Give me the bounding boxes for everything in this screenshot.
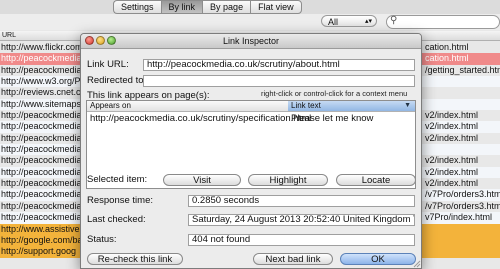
row-url: http://peacockmedia [1,189,82,200]
row-url: http://google.com/ba [1,234,83,245]
status-field[interactable]: 404 not found [188,234,415,246]
row-url: http://peacockmedia [1,64,82,75]
row-url: http://peacockmedia [1,212,82,223]
status-label: Status: [87,234,117,245]
row-url: http://peacockmedia [1,155,82,166]
row-url: http://support.goog [1,246,77,257]
recheck-link-button[interactable]: Re-check this link [87,253,183,265]
context-menu-hint: right-click or control-click for a conte… [261,89,408,98]
row-url-tail: v2/index.html [425,166,479,177]
locate-button[interactable]: Locate [336,174,416,186]
ok-button[interactable]: OK [340,253,416,265]
row-url: http://peacockmedia [1,132,82,143]
link-text-column-header[interactable]: Link text ▼ [288,101,415,111]
last-checked-field[interactable]: Saturday, 24 August 2013 20:52:40 United… [188,214,415,226]
row-url-tail: v2/index.html [425,110,479,121]
row-url: http://peacockmedia [1,178,82,189]
row-url-tail: v7Pro/index.html [425,212,493,223]
tab-flat-view[interactable]: Flat view [250,0,302,14]
tab-by-link[interactable]: By link [160,0,203,14]
sort-descending-icon: ▼ [404,102,411,109]
row-url-tail: cation.html [425,42,469,52]
row-url: http://peacockmedia [1,144,82,155]
link-url-label: Link URL: [87,59,129,70]
last-checked-label: Last checked: [87,214,146,225]
row-url: http://www.w3.org/P [1,76,81,87]
link-url-field[interactable]: http://peacockmedia.co.uk/scrutiny/about… [143,59,415,71]
redirected-to-field[interactable] [143,75,415,87]
row-url: http://www.sitemaps [1,98,82,109]
highlight-button[interactable]: Highlight [248,174,328,186]
row-url-tail: /v7Pro/orders3.html [425,200,500,211]
filter-select-value: All [328,17,339,27]
row-url-tail: cation.html [425,53,469,64]
row-url-tail: /getting_started.html [425,64,500,75]
row-url-tail: v2/index.html [425,178,479,189]
link-text-cell: Please let me know [291,113,374,124]
tab-settings[interactable]: Settings [113,0,161,14]
row-url: http://peacockmedia [1,121,82,132]
row-url: http://www.assistive [1,223,80,234]
search-icon: ⚲ [390,15,398,26]
row-url-tail: /v7Pro/orders3.html [425,189,500,200]
row-url: http://reviews.cnet.c [1,87,81,98]
appears-on-cell: http://peacockmedia.co.uk/scrutiny/speci… [90,113,312,124]
link-text-column-label: Link text [291,101,321,110]
appears-on-column-header[interactable]: Appears on [90,101,131,111]
row-url: http://www.flickr.com [1,42,83,52]
link-inspector-dialog: Link Inspector Link URL: http://peacockm… [80,33,422,269]
redirected-to-label: Redirected to: [87,75,147,86]
visit-button[interactable]: Visit [163,174,241,186]
updown-arrows-icon: ▴▾ [364,18,372,25]
view-tab-bar: Settings By link By page Flat view [0,0,500,15]
row-url: http://peacockmedia [1,200,82,211]
response-time-field[interactable]: 0.2850 seconds [188,195,415,207]
filter-select[interactable]: All ▴▾ [321,15,377,27]
search-input[interactable]: ⚲ [386,15,500,29]
row-url: http://peacockmedia [1,110,82,121]
row-url: http://peacockmedia [1,166,82,177]
row-url-tail: v2/index.html [425,155,479,166]
dialog-title: Link Inspector [222,36,280,46]
table-header: Appears on Link text ▼ [87,101,415,112]
row-url-tail: v2/index.html [425,132,479,143]
response-time-label: Response time: [87,195,154,206]
row-url: http://peacockmedia [1,53,82,64]
tab-by-page[interactable]: By page [202,0,251,14]
dialog-title-bar[interactable]: Link Inspector [81,34,421,49]
selected-item-label: Selected item: [87,174,148,185]
next-bad-link-button[interactable]: Next bad link [253,253,333,265]
segmented-tabs: Settings By link By page Flat view [113,0,302,14]
filter-bar: All ▴▾ ⚲ [0,14,500,30]
row-url-tail: v2/index.html [425,121,479,132]
